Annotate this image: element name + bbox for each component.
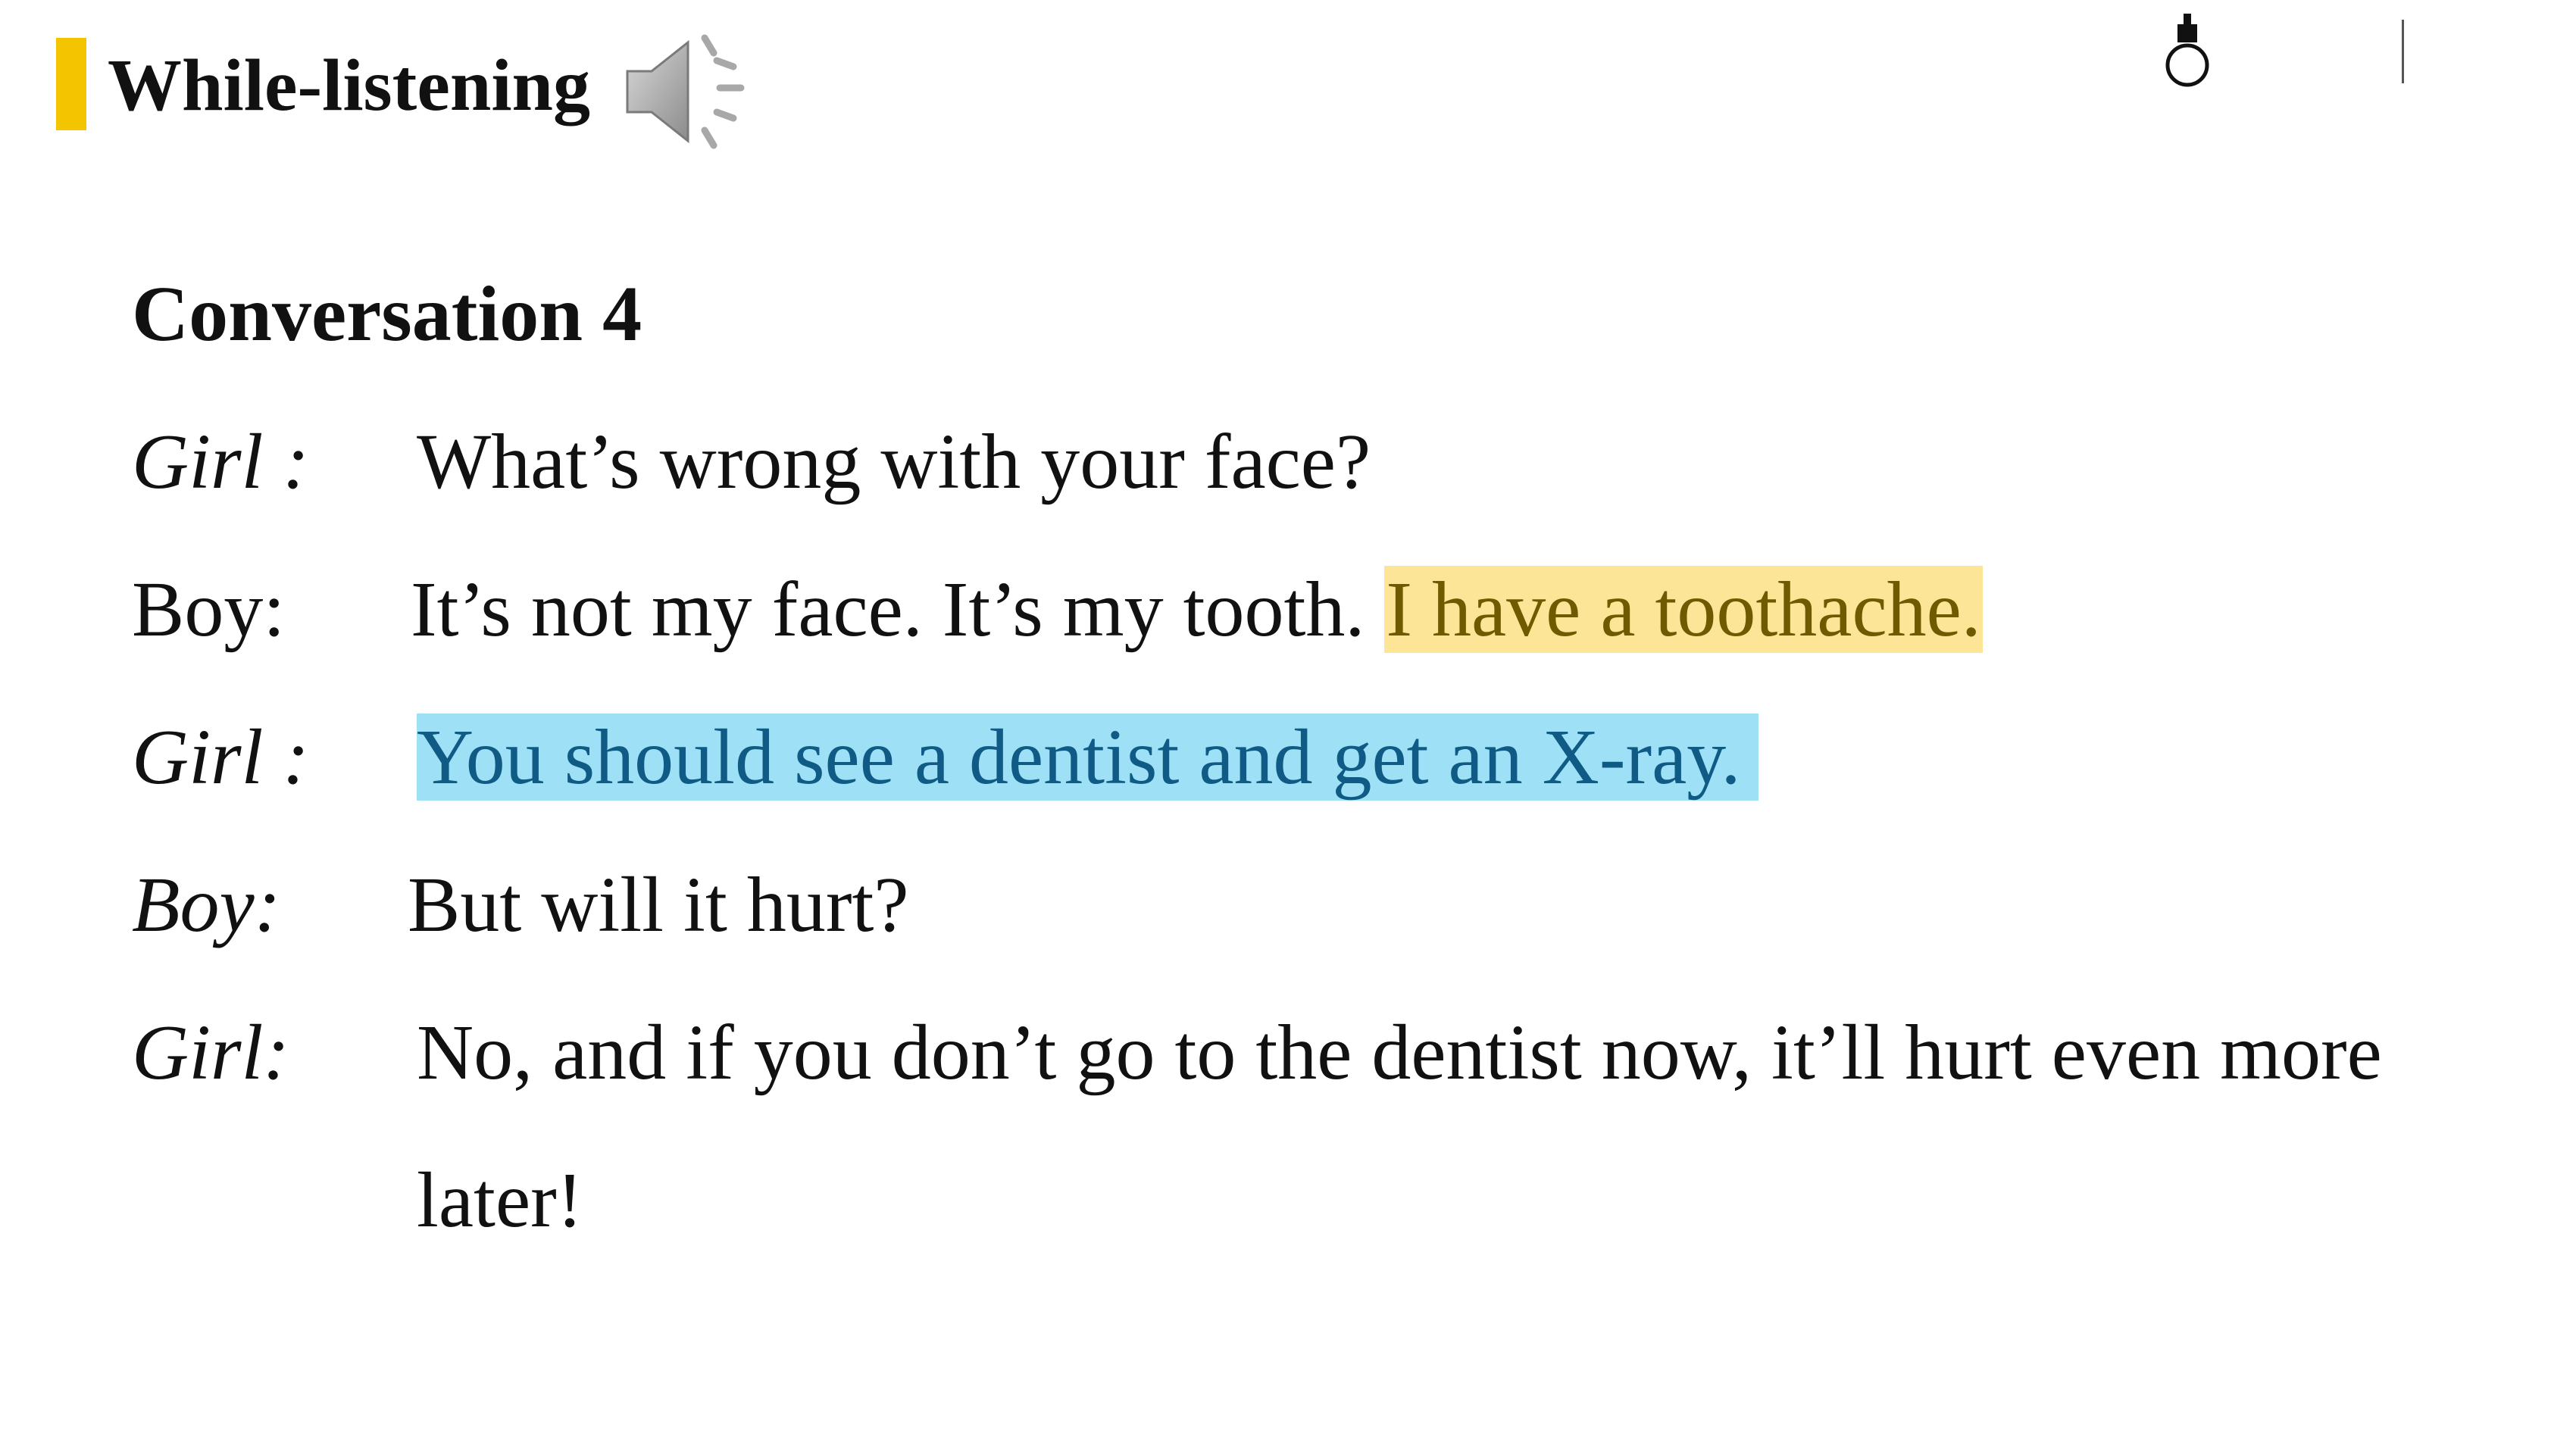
slide-title: While-listening (108, 45, 591, 126)
conversation-title: Conversation 4 (132, 270, 642, 358)
dialogue-text-plain: It’s not my face. It’s my tooth. (411, 566, 1365, 653)
speaker-icon[interactable] (621, 27, 758, 156)
highlighted-answer-blue: You should see a dentist and get an X-ra… (417, 714, 1759, 801)
speaker-label: Boy: (132, 566, 286, 653)
dialogue-text: You should see a dentist and get an X-ra… (417, 708, 1759, 807)
speaker-label: Boy: (132, 861, 281, 948)
highlighted-answer-yellow: I have a toothache. (1384, 566, 1983, 653)
dialogue-text: No, and if you don’t go to the dentist n… (417, 1009, 2382, 1096)
dialogue-text: later! (417, 1157, 583, 1244)
header-accent-bar (56, 38, 86, 130)
dialogue-text: What’s wrong with your face? (417, 418, 1371, 505)
divider-line (2402, 20, 2404, 83)
speaker-label: Girl : (132, 714, 309, 801)
dialogue-text: But will it hurt? (408, 861, 909, 948)
dialogue-text: It’s not my face. It’s my tooth. I have … (411, 561, 1983, 659)
speaker-label: Girl : (132, 418, 309, 505)
lightbulb-icon (2165, 14, 2209, 87)
speaker-label: Girl: (132, 1009, 289, 1096)
